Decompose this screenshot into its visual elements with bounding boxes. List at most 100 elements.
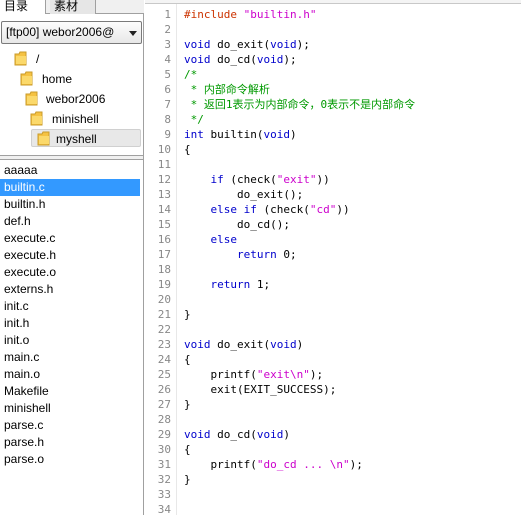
code-line[interactable]: 23 void do_exit(void) [145, 337, 521, 352]
folder-icon [20, 71, 33, 86]
code-line[interactable]: 15 do_cd(); [145, 217, 521, 232]
code-token: printf( [184, 458, 257, 471]
code-line[interactable]: 32} [145, 472, 521, 487]
code-token: "exit\n" [256, 368, 310, 381]
code-text: return 0; [184, 247, 297, 262]
line-number: 21 [157, 308, 171, 321]
file-item[interactable]: init.o [0, 332, 140, 349]
panel-splitter[interactable] [0, 155, 143, 160]
code-line[interactable]: 9 int builtin(void) [145, 127, 521, 142]
file-item[interactable]: builtin.h [0, 196, 140, 213]
connection-select[interactable]: [ftp00] webor2006@ [1, 21, 142, 44]
line-number: 24 [157, 353, 171, 366]
code-token: void [184, 338, 211, 351]
code-token: else if [210, 203, 257, 216]
file-item[interactable]: parse.h [0, 434, 140, 451]
dir-item-home[interactable]: home [20, 70, 138, 88]
code-line[interactable]: 6 * 内部命令解析 [145, 82, 521, 97]
code-line[interactable]: 21} [145, 307, 521, 322]
code-text: else if (check("cd")) [184, 202, 350, 217]
dir-item-root[interactable]: / [14, 50, 134, 68]
code-text: } [184, 472, 191, 487]
file-item[interactable]: Makefile [0, 383, 140, 400]
code-line[interactable]: 7 * 返回1表示为内部命令，0表示不是内部命令 [145, 97, 521, 112]
file-item[interactable]: builtin.c [0, 179, 140, 196]
code-text: * 内部命令解析 [184, 82, 270, 97]
dir-item-webor2006[interactable]: webor2006 [25, 90, 138, 108]
panel-tabs: 目录 素材 [0, 0, 144, 14]
code-line[interactable]: 11 [145, 157, 521, 172]
code-line[interactable]: 3 void do_exit(void); [145, 37, 521, 52]
code-line[interactable]: 28 [145, 412, 521, 427]
file-item[interactable]: externs.h [0, 281, 140, 298]
file-item[interactable]: execute.h [0, 247, 140, 264]
code-token: } [184, 398, 191, 411]
file-item[interactable]: def.h [0, 213, 140, 230]
tab-directory[interactable]: 目录 [0, 0, 46, 14]
code-line[interactable]: 24 { [145, 352, 521, 367]
code-line[interactable]: 5 /* [145, 67, 521, 82]
chevron-down-icon[interactable] [129, 31, 137, 36]
line-number: 25 [157, 368, 171, 381]
tab-assets[interactable]: 素材 [50, 0, 96, 14]
code-editor[interactable]: 1 #include "builtin.h" 2 3 void do_exit(void… [145, 0, 521, 515]
file-item[interactable]: minishell [0, 400, 140, 417]
file-list: aaaaa builtin.c builtin.h def.h execute.c exe… [0, 162, 143, 515]
code-line[interactable]: 18 [145, 262, 521, 277]
connection-select-value: [ftp00] webor2006@ [6, 25, 115, 39]
file-item[interactable]: main.c [0, 349, 140, 366]
code-line[interactable]: 25 printf("exit\n"); [145, 367, 521, 382]
code-line[interactable]: 4 void do_cd(void); [145, 52, 521, 67]
code-text: exit(EXIT_SUCCESS); [184, 382, 336, 397]
line-number: 17 [157, 248, 171, 261]
line-number: 31 [157, 458, 171, 471]
code-token: do_cd( [210, 428, 257, 441]
code-token: )) [336, 203, 350, 216]
code-token: void [184, 38, 211, 51]
file-item[interactable]: aaaaa [0, 162, 140, 179]
code-token: ) [289, 128, 297, 141]
code-line[interactable]: 34 [145, 502, 521, 515]
code-token: "do_cd ... \n" [256, 458, 350, 471]
code-line[interactable]: 10 { [145, 142, 521, 157]
code-line[interactable]: 30 { [145, 442, 521, 457]
file-item[interactable]: init.h [0, 315, 140, 332]
line-number: 29 [157, 428, 171, 441]
code-token: "exit" [276, 173, 317, 186]
line-number: 2 [164, 23, 171, 36]
code-line[interactable]: 19 return 1; [145, 277, 521, 292]
code-line[interactable]: 17 return 0; [145, 247, 521, 262]
file-browser-panel: 目录 素材 [ftp00] webor2006@ / home webor200… [0, 0, 144, 515]
code-line[interactable]: 31 printf("do_cd ... \n"); [145, 457, 521, 472]
code-line[interactable]: 26 exit(EXIT_SUCCESS); [145, 382, 521, 397]
code-text: void do_exit(void); [184, 37, 310, 52]
file-item[interactable]: init.c [0, 298, 140, 315]
code-token: "builtin.h" [243, 8, 317, 21]
dir-item-myshell[interactable]: myshell [31, 129, 141, 147]
code-token: )) [316, 173, 330, 186]
file-item[interactable]: execute.c [0, 230, 140, 247]
file-item[interactable]: execute.o [0, 264, 140, 281]
code-line[interactable]: 33 [145, 487, 521, 502]
code-line[interactable]: 27} [145, 397, 521, 412]
code-token: void [184, 428, 211, 441]
code-line[interactable]: 29 void do_cd(void) [145, 427, 521, 442]
code-line[interactable]: 12 if (check("exit")) [145, 172, 521, 187]
code-line[interactable]: 8 */ [145, 112, 521, 127]
line-number: 34 [157, 503, 171, 515]
line-number: 26 [157, 383, 171, 396]
code-text: do_exit(); [184, 187, 303, 202]
code-line[interactable]: 14 else if (check("cd")) [145, 202, 521, 217]
code-line[interactable]: 20 [145, 292, 521, 307]
dir-item-minishell[interactable]: minishell [30, 110, 138, 128]
file-item[interactable]: main.o [0, 366, 140, 383]
code-line[interactable]: 1 #include "builtin.h" [145, 7, 521, 22]
code-line[interactable]: 2 [145, 22, 521, 37]
file-item[interactable]: parse.o [0, 451, 140, 468]
file-item[interactable]: parse.c [0, 417, 140, 434]
code-line[interactable]: 22 [145, 322, 521, 337]
code-line[interactable]: 13 do_exit(); [145, 187, 521, 202]
code-token: ); [349, 458, 363, 471]
code-line[interactable]: 16 else [145, 232, 521, 247]
